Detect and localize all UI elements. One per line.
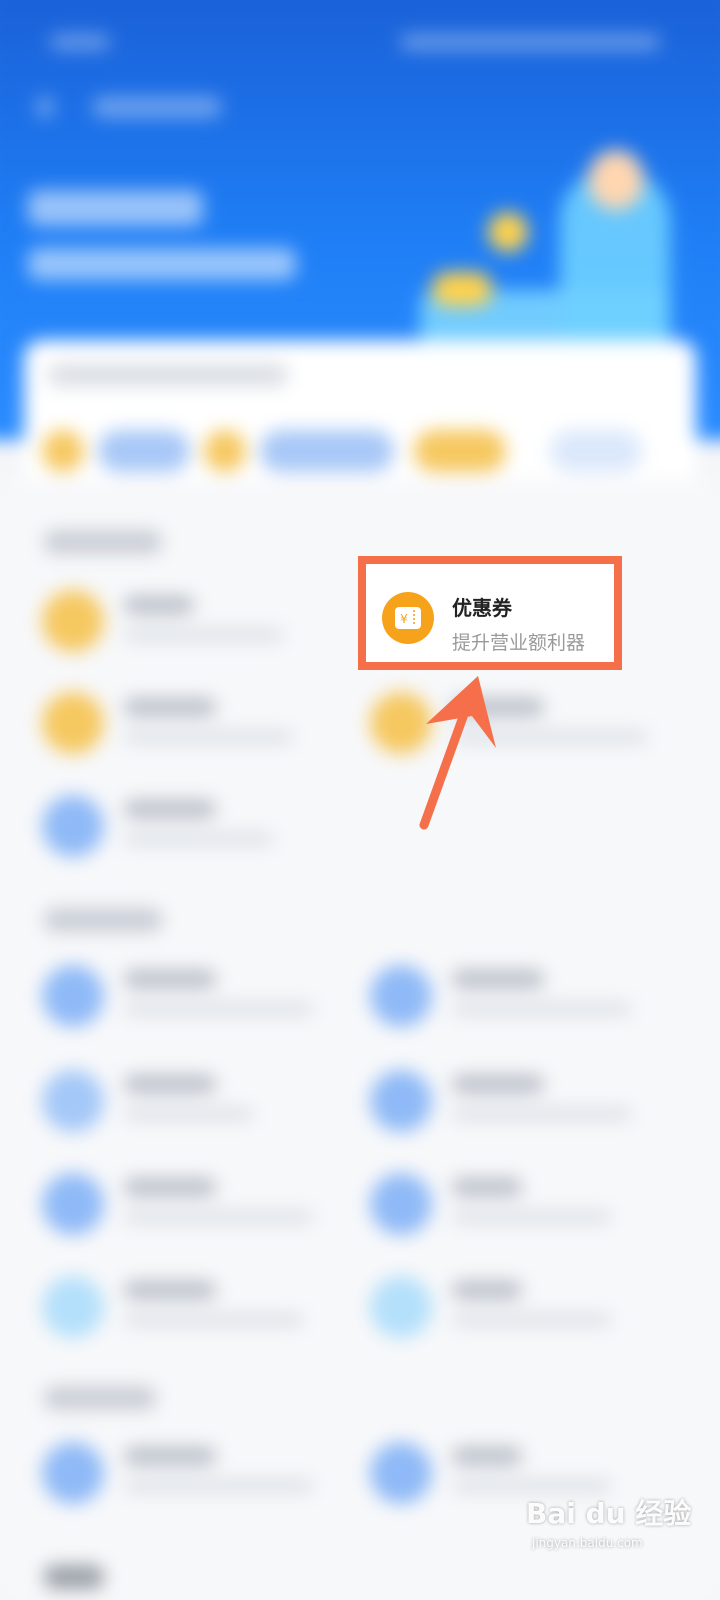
card-chip[interactable] [550, 430, 642, 472]
list-item-icon[interactable] [42, 692, 104, 754]
list-item-icon[interactable] [370, 1442, 432, 1504]
feature-card [24, 340, 696, 490]
list-item-title [452, 1447, 522, 1465]
card-chip[interactable] [204, 430, 246, 472]
status-time [50, 34, 110, 50]
coupon-currency-symbol: ¥ [400, 612, 408, 626]
coupon-entry-highlight[interactable]: ¥ 优惠券 提升营业额利器 [358, 556, 622, 670]
list-item-title [124, 698, 216, 716]
card-chip[interactable] [260, 430, 394, 472]
list-item-title [452, 1281, 522, 1299]
list-item-icon[interactable] [42, 1070, 104, 1132]
list-item-title [452, 970, 544, 988]
back-icon[interactable] [36, 96, 54, 118]
list-item-subtitle [124, 1313, 304, 1327]
banner-headline [28, 190, 203, 226]
list-item-icon[interactable] [370, 1276, 432, 1338]
list-item-title [124, 1281, 216, 1299]
list-item-title [124, 970, 216, 988]
list-item-icon[interactable] [42, 1173, 104, 1235]
screen: ¥ 优惠券 提升营业额利器 Bai du 经验 jingyan.baidu.co… [0, 0, 720, 1600]
section-title [44, 908, 162, 932]
list-item-title [124, 1178, 216, 1196]
card-chip[interactable] [414, 430, 506, 472]
list-item-icon[interactable] [42, 1442, 104, 1504]
list-item-icon[interactable] [42, 965, 104, 1027]
banner-subline [28, 248, 296, 280]
list-item-title [124, 800, 216, 818]
blurred-app-background [0, 0, 720, 1600]
coupon-title: 优惠券 [452, 596, 512, 620]
list-item-subtitle [452, 1210, 612, 1224]
list-item-title [452, 1178, 522, 1196]
coupon-subtitle: 提升营业额利器 [452, 632, 586, 654]
list-item-subtitle [124, 730, 294, 744]
nav-title [92, 96, 222, 118]
card-title [48, 364, 288, 386]
list-item-title [452, 1075, 544, 1093]
list-item-subtitle [452, 1479, 612, 1493]
annotation-arrow [419, 676, 496, 830]
section-title [44, 1565, 104, 1589]
list-item-subtitle [124, 628, 284, 642]
list-item-subtitle [124, 1210, 314, 1224]
list-item-icon[interactable] [42, 795, 104, 857]
list-item-subtitle [452, 1313, 612, 1327]
ticket-icon: ¥ [395, 607, 421, 629]
list-item-icon[interactable] [370, 1070, 432, 1132]
list-item-subtitle [124, 1107, 254, 1121]
list-item-subtitle [124, 832, 274, 846]
list-item-subtitle [452, 1107, 632, 1121]
list-item-title [124, 596, 194, 614]
list-item-title [124, 1075, 216, 1093]
status-icons [400, 34, 660, 50]
list-item-icon[interactable] [42, 590, 104, 652]
list-item-icon[interactable] [370, 1173, 432, 1235]
coupon-icon: ¥ [382, 592, 434, 644]
section-title [44, 1386, 156, 1410]
banner-illustration-head [588, 150, 644, 210]
watermark-url: jingyan.baidu.com [532, 1536, 643, 1550]
watermark-brand: Bai du 经验 [526, 1497, 692, 1530]
banner-coin-icon [488, 212, 528, 252]
card-chip[interactable] [42, 430, 84, 472]
section-title [44, 530, 162, 554]
list-item-title [124, 1447, 216, 1465]
banner-coin-stack-icon [432, 272, 492, 306]
watermark: Bai du 经验 jingyan.baidu.com [526, 1492, 691, 1562]
list-item-subtitle [452, 1002, 632, 1016]
list-item-subtitle [124, 1479, 314, 1493]
card-chip[interactable] [98, 430, 190, 472]
list-item-icon[interactable] [42, 1276, 104, 1338]
list-item-subtitle [124, 1002, 314, 1016]
list-item-icon[interactable] [370, 965, 432, 1027]
